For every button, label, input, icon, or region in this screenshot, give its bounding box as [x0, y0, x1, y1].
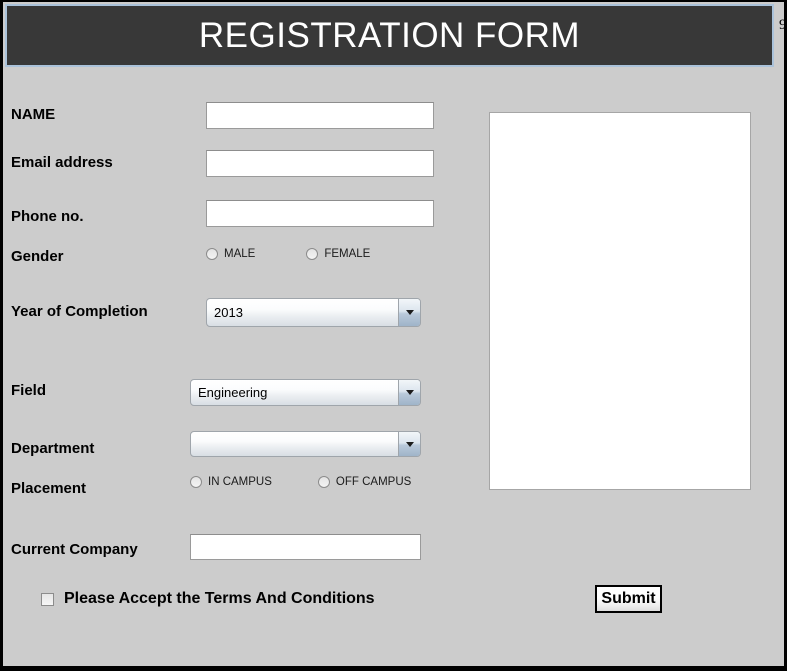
- edge-stray-glyph: 9: [779, 17, 787, 33]
- department-value: [191, 432, 398, 456]
- chevron-down-icon: [405, 310, 414, 315]
- year-of-completion-value: 2013: [214, 305, 243, 320]
- gender-option-male[interactable]: MALE: [206, 248, 255, 260]
- gender-option-female[interactable]: FEMALE: [306, 248, 370, 260]
- name-label: NAME: [11, 106, 56, 123]
- gender-label: Gender: [11, 248, 64, 265]
- placement-radio-group: IN CAMPUS OFF CAMPUS: [190, 476, 411, 488]
- field-dropdown-button[interactable]: [398, 380, 420, 405]
- department-select[interactable]: [190, 431, 421, 457]
- placement-option-off-campus-label: OFF CAMPUS: [335, 476, 412, 488]
- field-select[interactable]: Engineering: [190, 379, 421, 406]
- placement-option-in-campus[interactable]: IN CAMPUS: [190, 476, 272, 488]
- chevron-down-icon: [405, 390, 414, 395]
- phone-label: Phone no.: [11, 208, 84, 225]
- department-label: Department: [11, 440, 95, 457]
- field-value: Engineering: [198, 385, 268, 400]
- placement-label: Placement: [11, 480, 87, 497]
- department-dropdown-button[interactable]: [398, 432, 420, 456]
- registration-form-window: REGISTRATION FORM NAME Email address Pho…: [0, 0, 787, 671]
- terms-and-conditions-row[interactable]: Please Accept the Terms And Conditions: [41, 590, 375, 608]
- year-of-completion-label: Year of Completion: [11, 303, 148, 320]
- name-input[interactable]: [206, 102, 434, 129]
- radio-circle-icon[interactable]: [206, 248, 218, 260]
- year-of-completion-dropdown-button[interactable]: [398, 299, 420, 326]
- radio-circle-icon[interactable]: [190, 476, 202, 488]
- terms-checkbox[interactable]: [41, 592, 54, 606]
- current-company-label: Current Company: [11, 541, 138, 558]
- current-company-input[interactable]: [190, 534, 421, 560]
- chevron-down-icon: [405, 441, 414, 447]
- radio-circle-icon[interactable]: [317, 476, 330, 488]
- phone-input[interactable]: [206, 200, 434, 227]
- gender-option-male-label: MALE: [224, 248, 256, 260]
- title-bar: REGISTRATION FORM: [5, 4, 774, 67]
- gender-option-female-label: FEMALE: [324, 248, 371, 260]
- submit-button[interactable]: Submit: [595, 585, 662, 613]
- terms-label: Please Accept the Terms And Conditions: [64, 590, 375, 607]
- email-label: Email address: [11, 154, 113, 171]
- field-label: Field: [11, 382, 47, 399]
- year-of-completion-select[interactable]: 2013: [206, 298, 421, 327]
- placement-option-off-campus[interactable]: OFF CAMPUS: [317, 476, 412, 488]
- email-input[interactable]: [206, 150, 434, 177]
- placement-option-in-campus-label: IN CAMPUS: [208, 476, 272, 488]
- window-content-area: REGISTRATION FORM NAME Email address Pho…: [3, 2, 784, 666]
- radio-circle-icon[interactable]: [306, 248, 319, 260]
- photo-preview-panel[interactable]: [489, 112, 751, 490]
- page-title: REGISTRATION FORM: [198, 15, 581, 55]
- gender-radio-group: MALE FEMALE: [206, 248, 370, 260]
